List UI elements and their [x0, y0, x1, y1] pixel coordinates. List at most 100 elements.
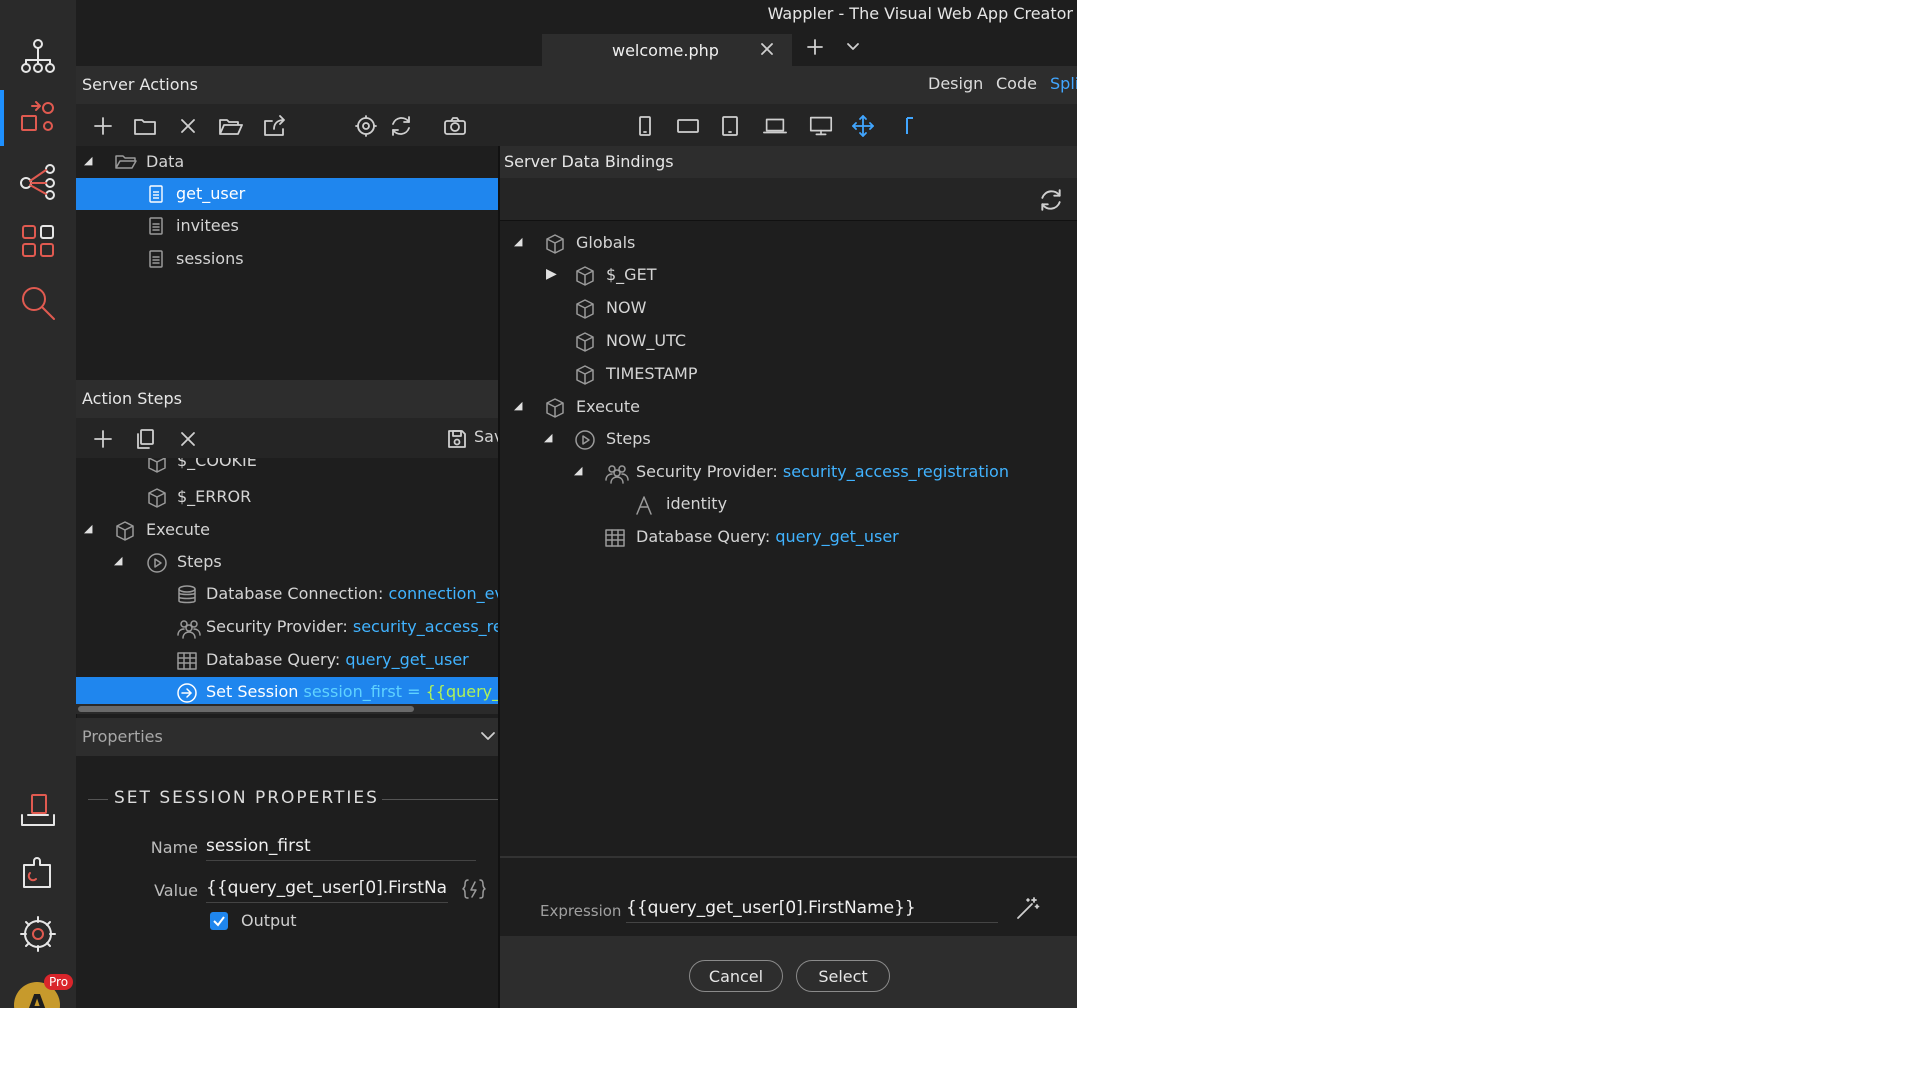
tree-item-label: sessions — [176, 249, 244, 268]
value-field[interactable]: {{query_get_user[0].FirstName — [206, 878, 448, 903]
step-row-db-query[interactable]: Database Query: query_get_user — [76, 645, 498, 677]
dynamic-data-bolt-icon[interactable] — [462, 878, 486, 900]
refresh-icon[interactable] — [388, 113, 414, 139]
components-icon[interactable] — [12, 215, 64, 267]
step-value: session_first — [303, 682, 403, 701]
new-folder-icon[interactable] — [132, 113, 158, 139]
step-row-db-connection[interactable]: Database Connection: connection_event — [76, 579, 498, 611]
action-steps-title: Action Steps — [82, 389, 182, 408]
collapsed-caret-icon[interactable]: ▶ — [546, 266, 557, 282]
title-bar: Wappler - The Visual Web App Creator — [76, 0, 1077, 28]
binding-row-globals[interactable]: ◢ Globals — [500, 228, 1077, 260]
expression-input[interactable]: {{query_get_user[0].FirstName}} — [626, 898, 998, 923]
magic-wand-icon[interactable] — [1014, 896, 1040, 922]
binding-row-now-utc[interactable]: NOW_UTC — [500, 326, 1077, 358]
publish-icon[interactable] — [12, 785, 64, 837]
expanded-caret-icon[interactable]: ◢ — [114, 554, 122, 567]
users-icon — [604, 462, 630, 484]
step-row-error[interactable]: $_ERROR — [76, 482, 498, 514]
add-plus-icon[interactable] — [90, 113, 116, 139]
server-connect-icon[interactable] — [12, 92, 64, 144]
share-icon[interactable] — [12, 155, 64, 207]
extensions-icon[interactable] — [12, 847, 64, 899]
binding-type: Security Provider: — [636, 462, 778, 481]
binding-label: Globals — [576, 233, 636, 252]
step-row-cookie[interactable]: $_COOKIE — [76, 458, 498, 478]
structure-icon[interactable] — [12, 30, 64, 82]
camera-icon[interactable] — [442, 113, 468, 139]
binding-row-get[interactable]: ▶ $_GET — [500, 260, 1077, 292]
binding-row-timestamp[interactable]: TIMESTAMP — [500, 359, 1077, 391]
tab-welcome-php[interactable]: welcome.php — [542, 34, 792, 66]
expanded-caret-icon[interactable]: ◢ — [514, 235, 522, 248]
rail-active-indicator — [0, 90, 4, 146]
save-icon[interactable] — [444, 426, 470, 452]
chevron-down-icon[interactable] — [480, 730, 496, 744]
add-step-plus-icon[interactable] — [90, 426, 116, 452]
step-equals: = — [407, 682, 421, 701]
open-folder-icon[interactable] — [218, 113, 244, 139]
file-icon — [148, 184, 164, 204]
scrollbar-thumb[interactable] — [78, 706, 414, 712]
new-tab-plus-icon[interactable] — [806, 38, 824, 56]
expanded-caret-icon[interactable]: ◢ — [84, 154, 92, 167]
settings-gear-icon[interactable] — [353, 113, 379, 139]
refresh-icon[interactable] — [1038, 187, 1064, 213]
mode-split[interactable]: Spli — [1050, 74, 1077, 93]
step-label: Database Query: query_get_user — [206, 650, 469, 669]
tree-item-get-user[interactable]: get_user — [76, 178, 498, 210]
expanded-caret-icon[interactable]: ◢ — [574, 464, 582, 477]
binding-row-steps[interactable]: ◢ Steps — [500, 424, 1077, 456]
binding-row-db-query[interactable]: Database Query: query_get_user — [500, 522, 1077, 554]
tree-folder-label: Data — [146, 152, 185, 171]
binding-row-identity[interactable]: identity — [500, 489, 1077, 521]
name-label: Name — [150, 838, 198, 857]
export-share-icon[interactable] — [262, 113, 288, 139]
expression-area: Expression {{query_get_user[0].FirstName… — [500, 856, 1077, 936]
step-row-steps[interactable]: ◢ Steps — [76, 547, 498, 579]
mode-design[interactable]: Design — [928, 74, 983, 93]
binding-row-security-provider[interactable]: ◢ Security Provider: security_access_reg… — [500, 457, 1077, 489]
tree-folder-data[interactable]: ◢ Data — [76, 146, 498, 178]
expanded-caret-icon[interactable]: ◢ — [514, 399, 522, 412]
settings-gear-icon[interactable] — [12, 908, 64, 960]
action-steps-header: Action Steps — [76, 380, 498, 418]
pointer-icon[interactable] — [894, 113, 920, 139]
binding-label: NOW — [606, 298, 647, 317]
mode-code[interactable]: Code — [996, 74, 1037, 93]
output-label: Output — [241, 911, 297, 930]
tree-item-invitees[interactable]: invitees — [76, 210, 498, 242]
cancel-button[interactable]: Cancel — [689, 960, 783, 992]
step-row-security-provider[interactable]: Security Provider: security_access_regis… — [76, 612, 498, 644]
move-arrows-icon[interactable] — [850, 113, 876, 139]
name-field[interactable]: session_first — [206, 836, 476, 861]
output-checkbox[interactable] — [210, 912, 228, 930]
dialog-header: Server Data Bindings — [500, 146, 1077, 178]
landscape-device-icon[interactable] — [675, 113, 701, 139]
mobile-device-icon[interactable] — [632, 113, 658, 139]
step-row-set-session[interactable]: Set Session session_first = {{query_get_… — [76, 677, 498, 704]
copy-icon[interactable] — [132, 426, 158, 452]
tree-item-sessions[interactable]: sessions — [76, 243, 498, 275]
expanded-caret-icon[interactable]: ◢ — [544, 431, 552, 444]
search-icon[interactable] — [12, 277, 64, 329]
dialog-title: Server Data Bindings — [504, 152, 674, 171]
binding-label: TIMESTAMP — [606, 364, 698, 383]
delete-x-icon[interactable] — [175, 426, 201, 452]
steps-horizontal-scrollbar[interactable] — [76, 704, 498, 714]
desktop-device-icon[interactable] — [808, 113, 834, 139]
laptop-device-icon[interactable] — [762, 113, 788, 139]
binding-row-execute[interactable]: ◢ Execute — [500, 392, 1077, 424]
properties-header[interactable]: Properties — [76, 718, 498, 756]
select-button[interactable]: Select — [796, 960, 890, 992]
expanded-caret-icon[interactable]: ◢ — [84, 522, 92, 535]
tablet-device-icon[interactable] — [717, 113, 743, 139]
step-label: Security Provider: security_access_regis… — [206, 617, 498, 636]
chevron-down-icon[interactable] — [846, 40, 860, 54]
binding-row-now[interactable]: NOW — [500, 293, 1077, 325]
close-icon[interactable] — [760, 42, 774, 56]
binding-value: query_get_user — [775, 527, 899, 546]
delete-x-icon[interactable] — [175, 113, 201, 139]
tree-item-label: get_user — [176, 184, 246, 203]
step-row-execute[interactable]: ◢ Execute — [76, 515, 498, 547]
